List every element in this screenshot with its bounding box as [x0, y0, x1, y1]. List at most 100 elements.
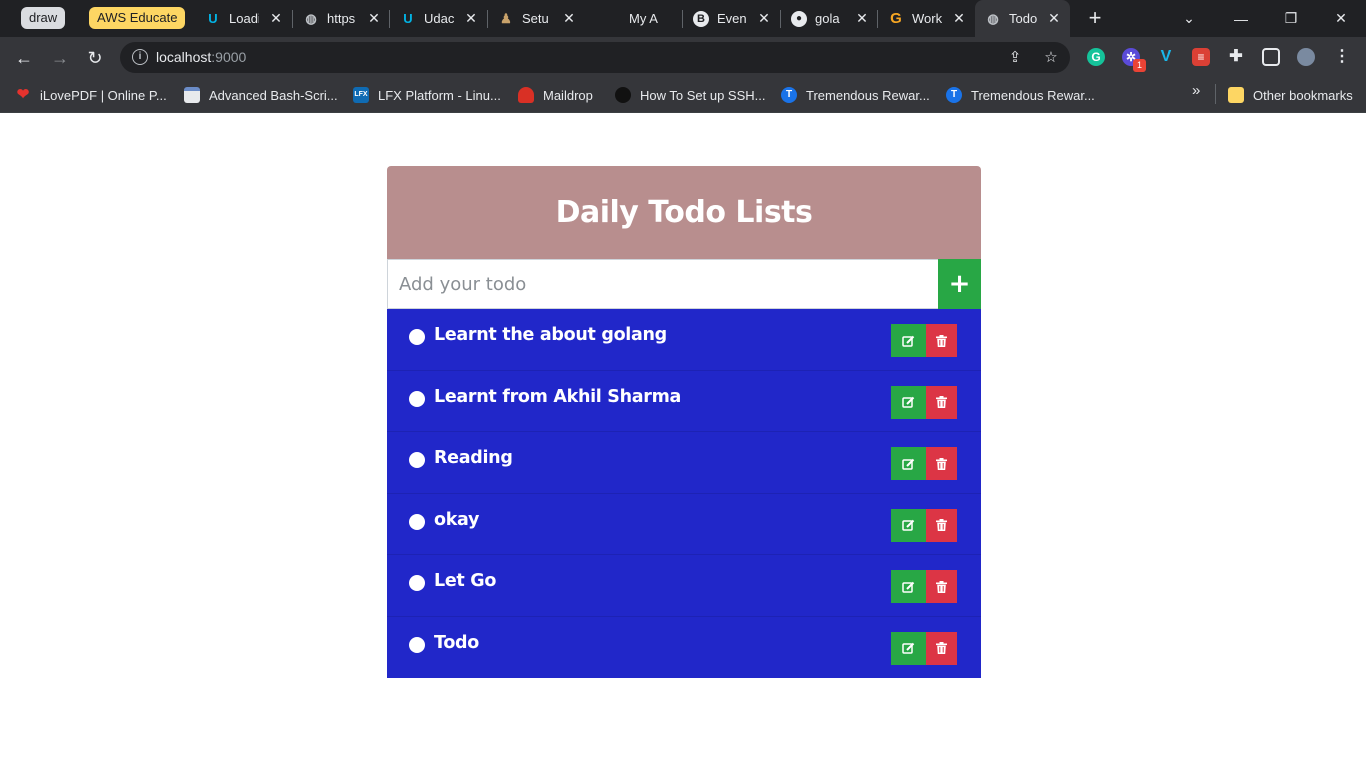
todo-item: Todo	[387, 617, 981, 679]
address-bar[interactable]: i localhost:9000 ⇪ ☆	[120, 42, 1070, 73]
penguin-icon	[615, 87, 631, 103]
trash-icon	[936, 580, 947, 593]
folder-icon	[1228, 87, 1244, 103]
edit-icon	[902, 335, 915, 347]
tab-work[interactable]: G Work ✕	[878, 0, 975, 37]
tab-search-icon[interactable]: ⌄	[1164, 0, 1214, 37]
tab-https[interactable]: ◍ https ✕	[293, 0, 390, 37]
b-logo-icon: B	[693, 10, 709, 27]
todo-text: Learnt from Akhil Sharma	[434, 386, 682, 407]
close-icon[interactable]: ✕	[268, 10, 284, 26]
delete-todo-button[interactable]	[926, 447, 957, 480]
tab-strip: draw AWS Educate U Loadi ✕ ◍ https ✕ U U…	[0, 0, 1366, 37]
bookmark-maildrop[interactable]: Maildrop	[518, 85, 593, 105]
bookmark-advanced-bash[interactable]: Advanced Bash-Scri...	[184, 85, 338, 105]
edit-todo-button[interactable]	[891, 508, 926, 542]
close-icon[interactable]: ✕	[463, 10, 479, 26]
globe-icon: ◍	[305, 10, 317, 26]
udacity-icon: U	[403, 11, 413, 26]
bookmark-lfx-platform[interactable]: LFX LFX Platform - Linu...	[353, 85, 501, 105]
extension-badge: 1	[1133, 59, 1146, 72]
todo-item: Reading	[387, 432, 981, 494]
tab-title: Setu	[522, 11, 549, 26]
bookmark-tremendous-2[interactable]: T Tremendous Rewar...	[946, 85, 1095, 105]
close-icon[interactable]: ✕	[854, 10, 870, 26]
tab-golang-github[interactable]: ● gola ✕	[781, 0, 878, 37]
reload-icon[interactable]: ↻	[82, 45, 108, 71]
bookmark-tremendous-1[interactable]: T Tremendous Rewar...	[781, 85, 930, 105]
edit-icon	[902, 458, 915, 470]
todo-card: Daily Todo Lists + Learnt the about gola…	[387, 166, 981, 678]
delete-todo-button[interactable]	[926, 324, 957, 357]
tab-title: My A	[629, 11, 658, 26]
tab-title: gola	[815, 11, 840, 26]
heart-icon: ❤	[16, 86, 30, 103]
delete-todo-button[interactable]	[926, 508, 957, 542]
todo-actions	[891, 385, 957, 419]
page-icon: ♟	[500, 10, 512, 26]
tab-group-draw[interactable]: draw	[21, 7, 66, 29]
tab-todo-active[interactable]: ◍ Todo ✕	[975, 0, 1070, 37]
close-icon[interactable]: ✕	[951, 10, 967, 26]
delete-todo-button[interactable]	[926, 385, 957, 419]
extensions-puzzle-icon[interactable]: ✚	[1227, 48, 1245, 66]
vimeo-icon[interactable]: V	[1157, 48, 1175, 66]
tab-events[interactable]: B Even ✕	[683, 0, 780, 37]
close-icon[interactable]: ✕	[366, 10, 382, 26]
close-icon[interactable]: ✕	[561, 10, 577, 26]
share-icon[interactable]: ⇪	[1006, 49, 1024, 67]
tab-title: Even	[717, 11, 747, 26]
close-icon[interactable]: ✕	[1046, 10, 1062, 26]
todoist-icon[interactable]: ≡	[1192, 48, 1210, 66]
tab-udacity[interactable]: U Udac ✕	[390, 0, 487, 37]
todo-actions	[891, 570, 957, 603]
edit-todo-button[interactable]	[891, 447, 926, 480]
tab-setup[interactable]: ♟ Setu ✕	[488, 0, 585, 37]
todo-text: okay	[434, 509, 480, 530]
trash-icon	[936, 396, 947, 408]
edit-todo-button[interactable]	[891, 385, 926, 419]
address-url: localhost:9000	[156, 49, 247, 65]
blank-icon	[605, 11, 621, 27]
back-icon[interactable]: ←	[11, 45, 37, 71]
bookmark-star-icon[interactable]: ☆	[1042, 49, 1060, 67]
tremendous-icon: T	[781, 87, 797, 103]
trash-icon	[936, 519, 947, 531]
todo-input[interactable]	[387, 259, 938, 309]
delete-todo-button[interactable]	[926, 570, 957, 603]
close-icon[interactable]: ✕	[756, 10, 772, 26]
new-tab-button[interactable]: +	[1084, 7, 1106, 30]
edit-icon	[902, 519, 915, 531]
todo-actions	[891, 447, 957, 480]
todo-text: Todo	[434, 632, 479, 653]
grammarly-icon[interactable]: G	[1087, 48, 1105, 66]
bookmarks-overflow-icon[interactable]: »	[1192, 82, 1200, 99]
window-close-icon[interactable]: ✕	[1316, 0, 1366, 37]
tab-title: Todo	[1009, 11, 1038, 26]
bullet-icon	[409, 513, 425, 530]
page-viewport: Daily Todo Lists + Learnt the about gola…	[0, 113, 1366, 768]
restore-icon[interactable]: ❐	[1266, 0, 1316, 37]
bullet-icon	[409, 390, 425, 407]
edit-todo-button[interactable]	[891, 324, 926, 357]
forward-icon[interactable]: →	[47, 45, 73, 71]
lfx-icon: LFX	[353, 87, 369, 103]
delete-todo-button[interactable]	[926, 631, 957, 665]
bookmarks-separator	[1215, 84, 1216, 104]
trash-icon	[936, 642, 947, 654]
bookmark-other-folder[interactable]: Other bookmarks	[1228, 85, 1353, 105]
profile-avatar[interactable]	[1297, 48, 1315, 66]
tab-group-aws-educate[interactable]: AWS Educate	[89, 7, 186, 29]
edit-todo-button[interactable]	[891, 570, 926, 603]
bullet-icon	[409, 329, 425, 345]
edit-todo-button[interactable]	[891, 631, 926, 665]
add-todo-button[interactable]: +	[938, 259, 981, 309]
bookmark-ilovepdf[interactable]: ❤ iLovePDF | Online P...	[15, 85, 167, 105]
bookmark-ssh-howto[interactable]: How To Set up SSH...	[615, 85, 766, 105]
site-info-icon[interactable]: i	[132, 49, 148, 65]
side-panel-icon[interactable]	[1262, 48, 1280, 66]
tab-loading[interactable]: U Loadi ✕	[195, 0, 292, 37]
minimize-icon[interactable]: —	[1216, 0, 1266, 37]
tab-my-a[interactable]: My A	[585, 0, 682, 37]
menu-kebab-icon[interactable]: ⋮	[1333, 48, 1351, 66]
